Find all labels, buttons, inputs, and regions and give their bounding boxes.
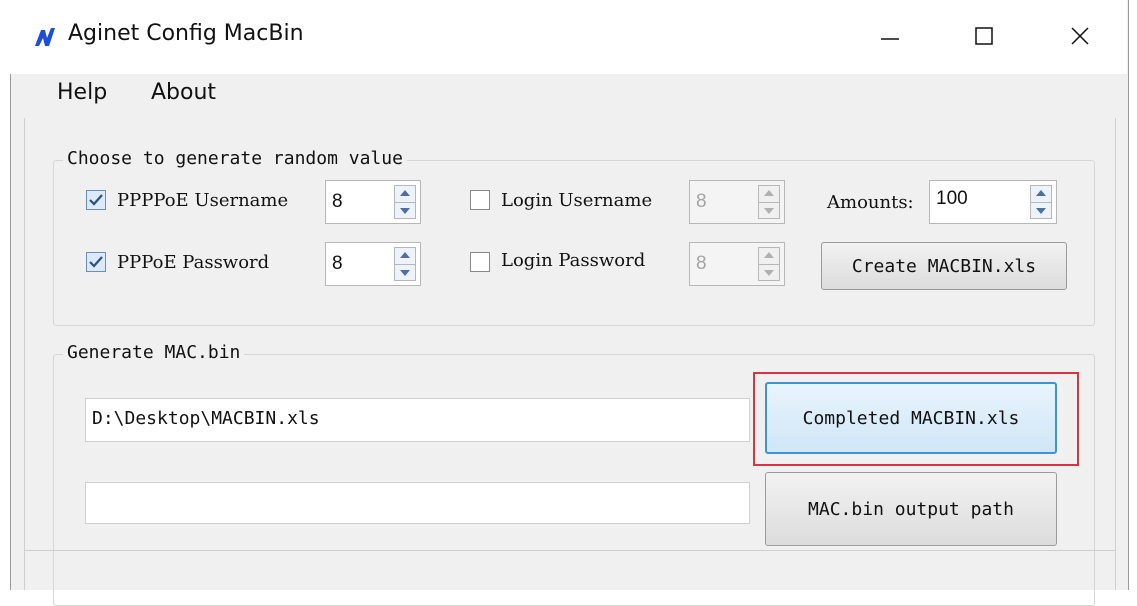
divider — [395, 264, 415, 265]
close-button[interactable] — [1050, 14, 1110, 58]
completed-macbin-button[interactable]: Completed MACBIN.xls — [765, 382, 1057, 454]
amounts-value: 100 — [936, 188, 968, 209]
minimize-button[interactable] — [860, 14, 920, 58]
maximize-button[interactable] — [954, 14, 1014, 58]
app-logo-icon — [35, 28, 55, 46]
spinner-arrows[interactable] — [394, 185, 416, 219]
login-username-value: 8 — [696, 191, 707, 212]
pppoe-username-label: PPPPoE Username — [117, 190, 289, 211]
divider — [395, 202, 415, 203]
spin-down-icon[interactable] — [400, 208, 410, 214]
title-bar: Aginet Config MacBin — [10, 0, 1127, 74]
checkmark-icon — [89, 194, 103, 206]
spin-down-icon[interactable] — [1036, 208, 1046, 214]
spin-up-icon[interactable] — [400, 252, 410, 258]
spinner-arrows[interactable] — [1030, 185, 1052, 219]
client-area: Choose to generate random value PPPPoE U… — [24, 118, 1116, 606]
mac-bin-output-path-button[interactable]: MAC.bin output path — [765, 472, 1057, 546]
amounts-label: Amounts: — [827, 192, 914, 213]
divider — [1031, 202, 1051, 203]
menu-about[interactable]: About — [151, 80, 216, 105]
spin-up-icon[interactable] — [1036, 190, 1046, 196]
amounts-spinner[interactable]: 100 — [929, 180, 1057, 224]
login-password-label: Login Password — [501, 250, 646, 271]
spin-up-icon[interactable] — [400, 190, 410, 196]
pppoe-username-checkbox[interactable] — [86, 190, 106, 210]
pppoe-password-spinner[interactable]: 8 — [325, 242, 421, 286]
minimize-icon — [881, 38, 899, 40]
menu-help[interactable]: Help — [57, 80, 107, 105]
bottom-divider — [25, 550, 1115, 551]
maximize-icon — [975, 27, 993, 45]
mac-bin-group-title: Generate MAC.bin — [63, 342, 245, 363]
login-password-value: 8 — [696, 253, 707, 274]
login-username-checkbox[interactable] — [470, 190, 490, 210]
pppoe-username-spinner[interactable]: 8 — [325, 180, 421, 224]
spinner-arrows[interactable] — [758, 247, 780, 281]
close-icon — [1071, 27, 1089, 45]
spinner-arrows[interactable] — [394, 247, 416, 281]
spinner-arrows[interactable] — [758, 185, 780, 219]
pppoe-password-checkbox[interactable] — [86, 252, 106, 272]
pppoe-password-label: PPPoE Password — [117, 252, 270, 273]
pppoe-username-value: 8 — [332, 191, 343, 212]
spin-down-icon[interactable] — [764, 208, 774, 214]
menu-bar: Help About — [24, 74, 1114, 116]
random-value-group-title: Choose to generate random value — [63, 148, 407, 169]
spin-down-icon[interactable] — [764, 270, 774, 276]
spin-up-icon[interactable] — [764, 190, 774, 196]
create-macbin-button[interactable]: Create MACBIN.xls — [821, 242, 1067, 290]
window-title: Aginet Config MacBin — [68, 21, 304, 46]
checkmark-icon — [89, 256, 103, 268]
output-path-field[interactable] — [85, 482, 750, 524]
spin-down-icon[interactable] — [400, 270, 410, 276]
pppoe-password-value: 8 — [332, 253, 343, 274]
input-path-value: D:\Desktop\MACBIN.xls — [92, 408, 320, 429]
login-username-label: Login Username — [501, 190, 653, 211]
login-password-checkbox[interactable] — [470, 252, 490, 272]
divider — [759, 202, 779, 203]
spin-up-icon[interactable] — [764, 252, 774, 258]
divider — [759, 264, 779, 265]
login-password-spinner[interactable]: 8 — [689, 242, 785, 286]
login-username-spinner[interactable]: 8 — [689, 180, 785, 224]
input-path-field[interactable]: D:\Desktop\MACBIN.xls — [85, 398, 750, 442]
